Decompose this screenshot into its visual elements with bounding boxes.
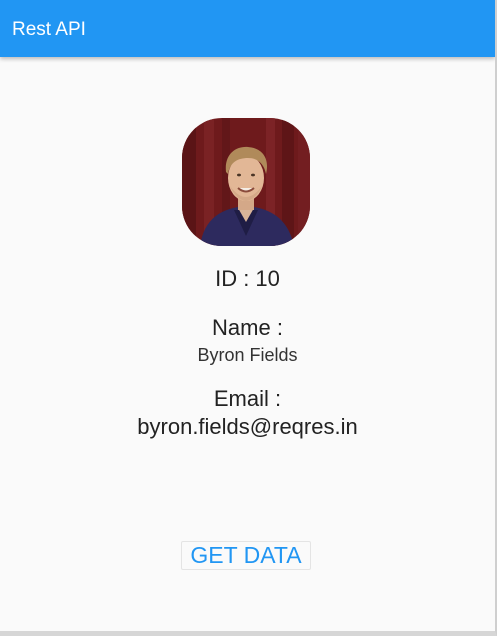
get-data-button[interactable]: GET DATA bbox=[181, 541, 311, 570]
user-id: ID : 10 bbox=[215, 266, 280, 291]
email-label: Email : bbox=[213, 386, 282, 411]
app-bar: Rest API bbox=[0, 0, 495, 57]
app-title: Rest API bbox=[12, 19, 86, 40]
email-value: byron.fields@reqres.in bbox=[137, 414, 358, 439]
name-label: Name : bbox=[212, 315, 283, 340]
profile-photo-icon bbox=[182, 118, 310, 246]
name-value: Byron Fields bbox=[197, 345, 298, 365]
app-window: Rest API ID: 10 Name: Byron Fields Ema… bbox=[0, 0, 497, 636]
user-avatar bbox=[182, 118, 310, 246]
